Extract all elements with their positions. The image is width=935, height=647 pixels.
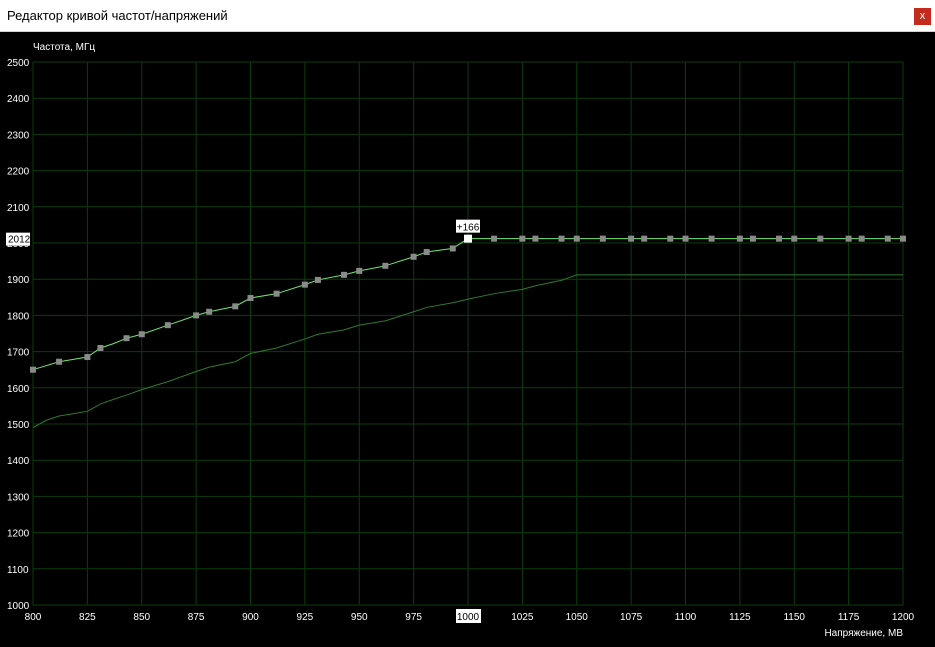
x-tick-label: 1025 [511,612,534,623]
curve-point-marker [558,235,565,242]
curve-point-marker [56,358,63,365]
curve-point-marker [247,295,254,302]
y-tick-label: 2300 [7,130,30,141]
curve-point-marker [776,235,783,242]
curve-point-marker [736,235,743,242]
selected-point-group: 2012 1000 +166 [6,219,481,623]
curve-point-marker [410,253,417,260]
x-tick-label: 850 [133,612,150,623]
y-tick-label: 2200 [7,167,30,178]
y-tick-label: 1600 [7,384,30,395]
selected-point-marker[interactable] [464,234,472,243]
curve-point-marker [628,235,635,242]
x-tick-label: 800 [25,612,42,623]
y-tick-label: 2400 [7,94,30,105]
x-tick-label: 1125 [729,612,751,623]
x-tick-label: 1100 [675,612,697,623]
curve-point-marker [423,249,430,256]
curve-point-marker [138,331,145,338]
title-bar[interactable]: Редактор кривой частот/напряжений x [0,0,935,32]
curve-point-marker [858,235,865,242]
curve-point-marker [30,366,36,373]
x-tick-label: 1150 [783,612,805,623]
x-tick-label: 875 [188,612,205,623]
curve-point-marker [599,235,606,242]
y-tick-label: 1100 [7,565,29,576]
y-tick-label: 1700 [7,348,30,359]
window-title: Редактор кривой частот/напряжений [7,8,228,23]
x-tick-label: 900 [242,612,259,623]
x-tick-label: 1050 [566,612,589,623]
curve-point-marker [682,235,689,242]
y-tick-label: 2500 [7,58,30,69]
curve-point-marker [123,335,130,342]
curve-point-marker [491,235,498,242]
x-tick-label: 1200 [892,612,915,623]
curve-point-marker [884,235,891,242]
y-tick-label: 2100 [7,203,30,214]
curve-point-marker [84,354,91,361]
y-highlight-label: 2012 [8,235,31,246]
y-tick-label: 1500 [7,420,30,431]
curve-point-marker [532,235,539,242]
curve-point-marker [845,235,852,242]
curve-point-marker [232,303,239,310]
vf-curve-chart[interactable]: Частота, МГц Напряжение, МВ 1000 1100 1200… [0,32,935,647]
curve-point-marker [817,235,824,242]
x-tick-label: 825 [79,612,96,623]
curve-editor-window: Редактор кривой частот/напряжений x Част… [0,0,935,647]
x-tick-label: 1075 [620,612,643,623]
y-tick-labels: 1000 1100 1200 1300 1400 1500 1600 1700 1800 1900… [7,58,30,612]
x-tick-label: 975 [405,612,422,623]
curve-point-marker [708,235,715,242]
y-tick-label: 1000 [7,601,30,612]
curve-point-marker [519,235,526,242]
x-tick-label: 1175 [838,612,860,623]
x-highlight-label: 1000 [457,612,480,623]
close-button[interactable]: x [914,8,931,25]
x-tick-label: 925 [297,612,314,623]
curve-point-marker [641,235,648,242]
y-tick-label: 1400 [7,456,30,467]
y-tick-label: 1800 [7,311,30,322]
curve-point-marker [193,312,200,319]
curve-point-marker [900,235,906,242]
y-tick-label: 1300 [7,492,30,503]
chart-grid [32,61,904,606]
curve-point-marker [206,308,213,315]
y-axis-title: Частота, МГц [33,42,95,53]
curve-point-marker [449,245,456,252]
y-tick-label: 1200 [7,529,30,540]
curve-point-marker [273,290,280,297]
curve-point-marker [341,271,348,278]
curve-point-marker [301,281,308,288]
curve-point-marker [667,235,674,242]
curve-point-marker [749,235,756,242]
curve-point-marker [97,344,104,351]
curve-point-marker [314,276,321,283]
curve-point-marker [356,267,363,274]
x-tick-label: 950 [351,612,368,623]
y-tick-label: 1900 [7,275,30,286]
offset-label: +166 [457,223,480,234]
curve-point-marker [164,322,171,329]
x-axis-title: Напряжение, МВ [824,628,903,639]
curve-point-marker [573,235,580,242]
curve-point-marker [382,262,389,269]
curve-point-marker [791,235,798,242]
